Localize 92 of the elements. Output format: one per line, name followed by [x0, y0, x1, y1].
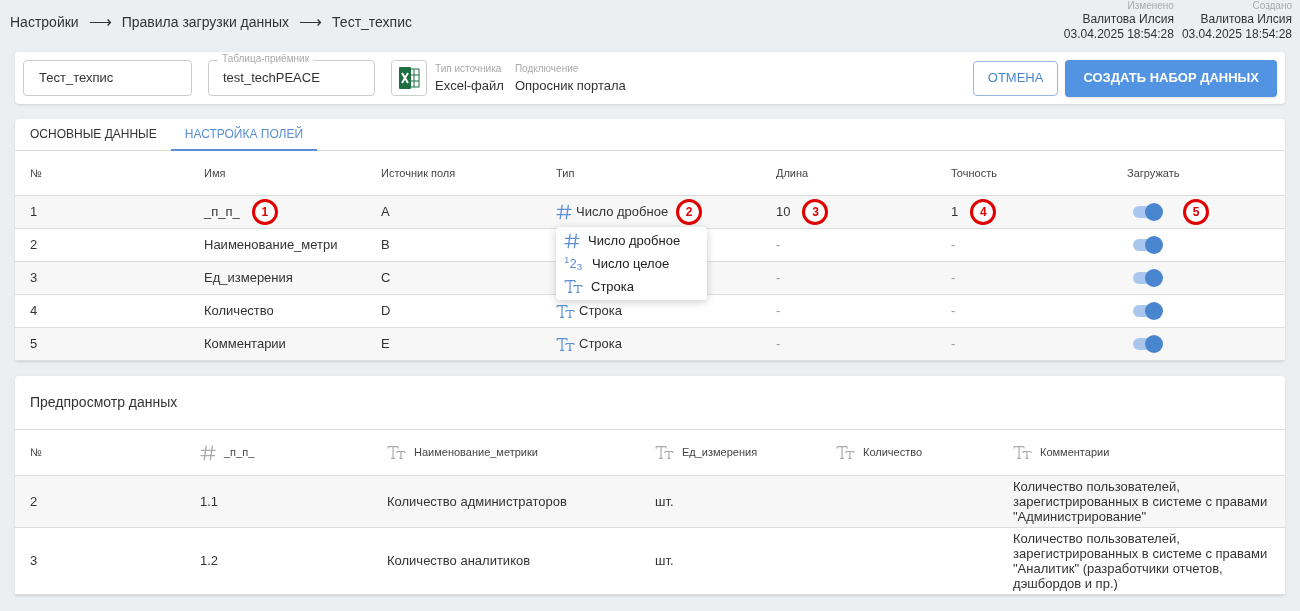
table-cell-text: Количество пользователей, зарегистрированных в системе с правами "Аналитик" (разработчики отчетов, дэшбордов и пр.) — [1013, 531, 1269, 591]
timestamp: 03.04.2025 18:54:28 — [1063, 27, 1174, 42]
table-cell-text: Ед_измерения — [204, 269, 293, 288]
table-cell-text: 1.1 — [200, 492, 220, 511]
column-header: Тип — [556, 165, 576, 181]
table-cell-text: B — [381, 236, 390, 255]
table-cell-text: _п_п_ — [204, 203, 240, 222]
table-cell-text: Наименование_метри — [204, 236, 338, 255]
table-cell-text: - — [776, 302, 781, 321]
callout-marker: 2 — [676, 199, 703, 225]
column-header: Загружать — [1127, 165, 1181, 181]
breadcrumb-item: Тест_техпис — [332, 12, 412, 32]
type-value[interactable]: Строка — [579, 334, 622, 354]
column-header: Имя — [204, 165, 227, 181]
arrow-separator: ⟶ — [88, 12, 112, 32]
table-cell-text: 2 — [30, 236, 38, 255]
table-cell-text: C — [381, 269, 391, 288]
column-header: № — [30, 445, 42, 461]
number-type-icon: $^{1}$2$_{3}$ — [564, 257, 584, 270]
type-value[interactable]: Число дробное — [576, 202, 669, 222]
table-cell-text: 3 — [30, 552, 39, 571]
connection-value: Опросник портала — [514, 76, 626, 95]
table-cell-text: Количество пользователей, зарегистрированных в системе с правами "Администрирование" — [1013, 479, 1269, 524]
menu-item[interactable]: Число дробное — [556, 229, 707, 252]
table-cell-text: Количество администраторов — [387, 492, 568, 511]
meta-label: Создано — [1251, 0, 1292, 12]
text-type-icon — [556, 304, 575, 318]
arrow-separator: ⟶ — [299, 12, 323, 32]
table-cell-text: Количество — [204, 302, 274, 321]
source-type-value: Excel-файл — [435, 76, 504, 95]
column-header: Точность — [951, 165, 998, 181]
text-type-icon — [387, 446, 406, 459]
table-cell-text: 2 — [30, 492, 39, 511]
column-header: Ед_измерения — [682, 445, 758, 461]
type-value[interactable]: Строка — [579, 301, 622, 321]
column-header: № — [30, 165, 43, 181]
name-field[interactable]: Тест_техпис — [23, 60, 192, 96]
field-value: test_techPEACE — [223, 69, 320, 88]
callout-marker: 1 — [251, 199, 278, 225]
table-cell-text: 1 — [951, 203, 959, 222]
table-cell-text: 1.2 — [200, 552, 220, 571]
user-name: Валитова Илсия — [1081, 12, 1174, 27]
menu-item[interactable]: $^{1}$2$_{3}$ Число целое — [556, 252, 707, 275]
hash-icon — [200, 444, 216, 461]
column-header: _п_п_ — [224, 445, 255, 461]
table-cell-text: 4 — [30, 302, 38, 321]
menu-item[interactable]: Строка — [556, 275, 707, 298]
tab[interactable]: ОСНОВНЫЕ ДАННЫЕ — [30, 119, 171, 151]
table-cell-text: 1 — [30, 203, 38, 222]
timestamp: 03.04.2025 18:54:28 — [1181, 27, 1292, 42]
excel-file-icon — [391, 60, 427, 96]
table-cell-text: - — [951, 302, 956, 321]
column-header: Длина — [776, 165, 810, 181]
table-cell-text: шт. — [655, 492, 675, 511]
table-cell-text: D — [381, 302, 391, 321]
table-cell-text: E — [381, 335, 390, 354]
table-cell-text: шт. — [655, 552, 675, 571]
column-header: Комментарии — [1040, 445, 1110, 461]
section-title: Предпросмотр данных — [30, 393, 178, 412]
text-type-icon — [655, 446, 674, 459]
hash-icon — [564, 232, 580, 249]
table-cell-text: 5 — [30, 335, 38, 354]
text-type-icon — [1013, 446, 1032, 459]
table-cell-text: Количество аналитиков — [387, 552, 532, 571]
table-cell-text: 3 — [30, 269, 38, 288]
hash-icon — [556, 204, 572, 220]
table-cell-text: 10 — [776, 203, 791, 222]
table-cell-text: - — [951, 269, 956, 288]
source-type-label: Тип источника — [435, 61, 503, 76]
breadcrumb-item[interactable]: Правила загрузки данных — [121, 11, 290, 33]
table-cell-text: - — [776, 269, 781, 288]
text-type-icon — [556, 337, 575, 351]
callout-marker: 5 — [1183, 199, 1209, 225]
connection-label: Подключение — [514, 61, 580, 76]
cancel-button[interactable]: ОТМЕНА — [972, 60, 1059, 96]
column-header: Количество — [863, 445, 923, 461]
meta-label: Изменено — [1126, 0, 1174, 12]
table-cell-text: Комментарии — [204, 335, 286, 354]
column-header: Источник поля — [381, 165, 457, 181]
table-cell-text: - — [776, 335, 781, 354]
text-type-icon — [564, 280, 583, 293]
callout-marker: 4 — [970, 199, 997, 225]
user-name: Валитова Илсия — [1199, 12, 1292, 27]
table-cell-text: - — [776, 236, 781, 255]
column-header: Наименование_метрики — [414, 445, 538, 461]
floating-label: Таблица-приёмник — [218, 52, 314, 66]
text-type-icon — [836, 446, 855, 459]
breadcrumb-item[interactable]: Настройки — [10, 11, 79, 33]
table-cell-text: - — [951, 335, 956, 354]
callout-marker: 3 — [802, 199, 829, 225]
table-cell-text: A — [381, 203, 390, 222]
table-cell-text: - — [951, 236, 956, 255]
